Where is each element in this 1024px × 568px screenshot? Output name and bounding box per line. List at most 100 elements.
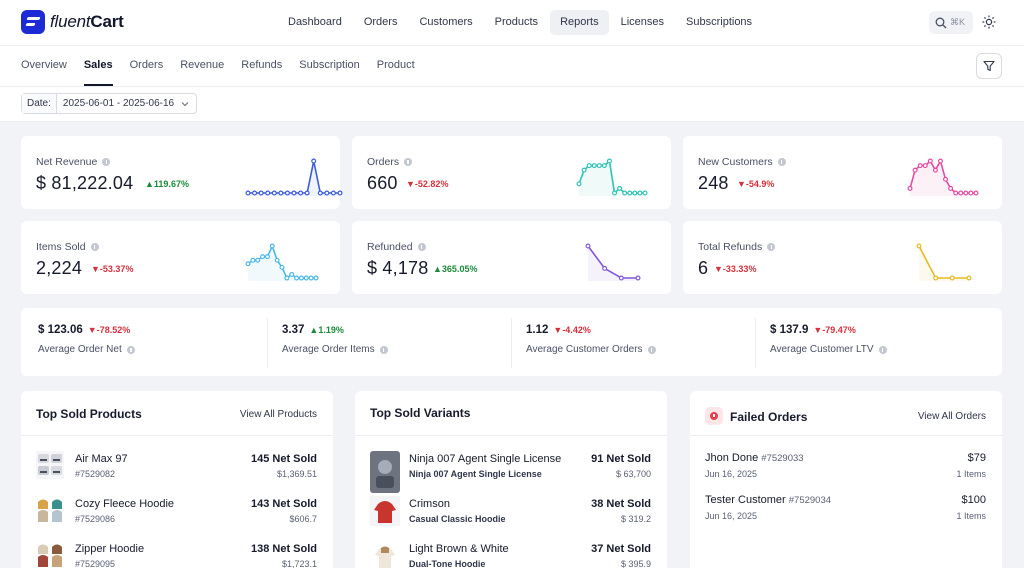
metric-title: Refunded [367, 241, 413, 253]
info-icon[interactable] [404, 158, 413, 166]
sparkline-point [245, 261, 251, 267]
metric-value: 248 [698, 173, 729, 193]
search-button[interactable]: ⌘K [929, 11, 973, 34]
variant-name: Light Brown & White [409, 543, 509, 555]
sparkline-point [617, 185, 623, 191]
info-icon[interactable] [767, 243, 776, 251]
order-date: Jun 16, 2025 [705, 469, 758, 479]
variant-thumbnail [370, 451, 400, 493]
metric-value: $ 4,178 [367, 258, 429, 278]
tab-revenue[interactable]: Revenue [180, 46, 224, 86]
sparkline-point [271, 190, 277, 196]
amount: $1,369.51 [276, 469, 317, 479]
sparkline-point [963, 190, 969, 196]
filter-button[interactable] [976, 53, 1002, 79]
nav-orders[interactable]: Orders [354, 10, 408, 35]
metric-value: 2,224 [36, 258, 83, 278]
summary-average-customer-ltv: $ 137.9 ▼-79.47% Average Customer LTV [770, 324, 887, 355]
summary-change: ▼-4.42% [553, 325, 591, 335]
product-name: Air Max 97 [75, 453, 128, 465]
metric-card-refunded: Refunded $ 4,178 ▲365.05% [352, 221, 671, 294]
amount: $ 319.2 [620, 514, 651, 524]
sparkline-point [933, 275, 939, 281]
metric-change: ▼-52.82% [406, 179, 449, 189]
metric-title: Total Refunds [698, 241, 763, 253]
info-icon[interactable] [379, 345, 388, 354]
date-range-picker[interactable]: Date: 2025-06-01 - 2025-06-16 [21, 93, 198, 114]
search-icon [935, 17, 947, 28]
sparkline-point [591, 163, 597, 169]
nav-customers[interactable]: Customers [409, 10, 482, 35]
sparkline-point [308, 275, 314, 281]
sparkline-point [637, 190, 643, 196]
tab-subscription[interactable]: Subscription [299, 46, 360, 86]
tab-refunds[interactable]: Refunds [241, 46, 282, 86]
sparkline-point [294, 275, 300, 281]
nav-products[interactable]: Products [485, 10, 548, 35]
sparkline-area [588, 246, 638, 281]
sparkline-point [279, 264, 285, 270]
tab-orders[interactable]: Orders [130, 46, 164, 86]
sparkline-point [932, 167, 938, 173]
sparkline-point [922, 163, 928, 169]
info-icon[interactable] [647, 345, 656, 354]
sparkline-point [260, 254, 266, 260]
sparkline-point [602, 265, 608, 271]
sparkline-point [907, 185, 913, 191]
tab-product[interactable]: Product [377, 46, 415, 86]
sparkline-point [949, 275, 955, 281]
sparkline-point [917, 163, 923, 169]
sparkline-point [311, 158, 317, 164]
metric-change: ▲119.67% [145, 179, 189, 189]
sparkline-point [606, 158, 612, 164]
order-items-count: 1 Items [956, 469, 986, 479]
metric-card-items-sold: Items Sold 2,224 ▼-53.37% [21, 221, 340, 294]
customer-name: Tester Customer [705, 494, 786, 506]
variant-product: Dual-Tone Hoodie [409, 559, 486, 568]
summary-average-customer-orders: 1.12 ▼-4.42% Average Customer Orders [526, 324, 656, 355]
amount: $1,723.1 [281, 559, 317, 568]
nav-dashboard[interactable]: Dashboard [278, 10, 352, 35]
top-sold-products-panel: Top Sold Products View All Products Air … [21, 391, 333, 568]
net-sold: 138 Net Sold [250, 543, 317, 555]
info-icon[interactable] [417, 243, 426, 251]
divider [267, 318, 268, 368]
summary-value: 1.12 [526, 324, 549, 336]
filter-icon [983, 60, 995, 72]
top-bar: fluentCart Dashboard Orders Customers Pr… [0, 0, 1024, 46]
sparkline-chart [907, 158, 979, 196]
info-icon[interactable] [90, 243, 99, 251]
info-icon[interactable] [126, 345, 135, 354]
sparkline-point [303, 275, 309, 281]
sparkline-point [635, 275, 641, 281]
view-all-orders-link[interactable]: View All Orders [918, 411, 986, 422]
nav-reports[interactable]: Reports [550, 10, 609, 35]
info-icon[interactable] [878, 345, 887, 354]
nav-licenses[interactable]: Licenses [611, 10, 674, 35]
sparkline-point [265, 190, 271, 196]
metric-title: Items Sold [36, 241, 86, 253]
tab-sales[interactable]: Sales [83, 46, 113, 86]
sparkline-point [966, 275, 972, 281]
sparkline-point [937, 158, 943, 164]
brand-logo[interactable]: fluentCart [21, 10, 124, 34]
sparkline-point [284, 190, 290, 196]
variant-thumbnail [370, 541, 400, 568]
summary-change: ▲1.19% [309, 325, 344, 335]
net-sold: 37 Net Sold [591, 543, 651, 555]
sparkline-point [337, 190, 343, 196]
metric-title: New Customers [698, 156, 773, 168]
sparkline-point [927, 158, 933, 164]
info-icon[interactable] [102, 158, 111, 166]
order-id: #7529033 [761, 453, 804, 464]
nav-subscriptions[interactable]: Subscriptions [676, 10, 762, 35]
sparkline-point [317, 190, 323, 196]
metric-value: $ 81,222.04 [36, 173, 134, 193]
sparkline-point [291, 190, 297, 196]
product-sku: #7529095 [75, 559, 116, 568]
view-all-products-link[interactable]: View All Products [240, 409, 317, 420]
info-icon[interactable] [777, 158, 786, 166]
divider [690, 435, 1002, 436]
sun-icon[interactable] [982, 15, 996, 29]
tab-overview[interactable]: Overview [21, 46, 67, 86]
